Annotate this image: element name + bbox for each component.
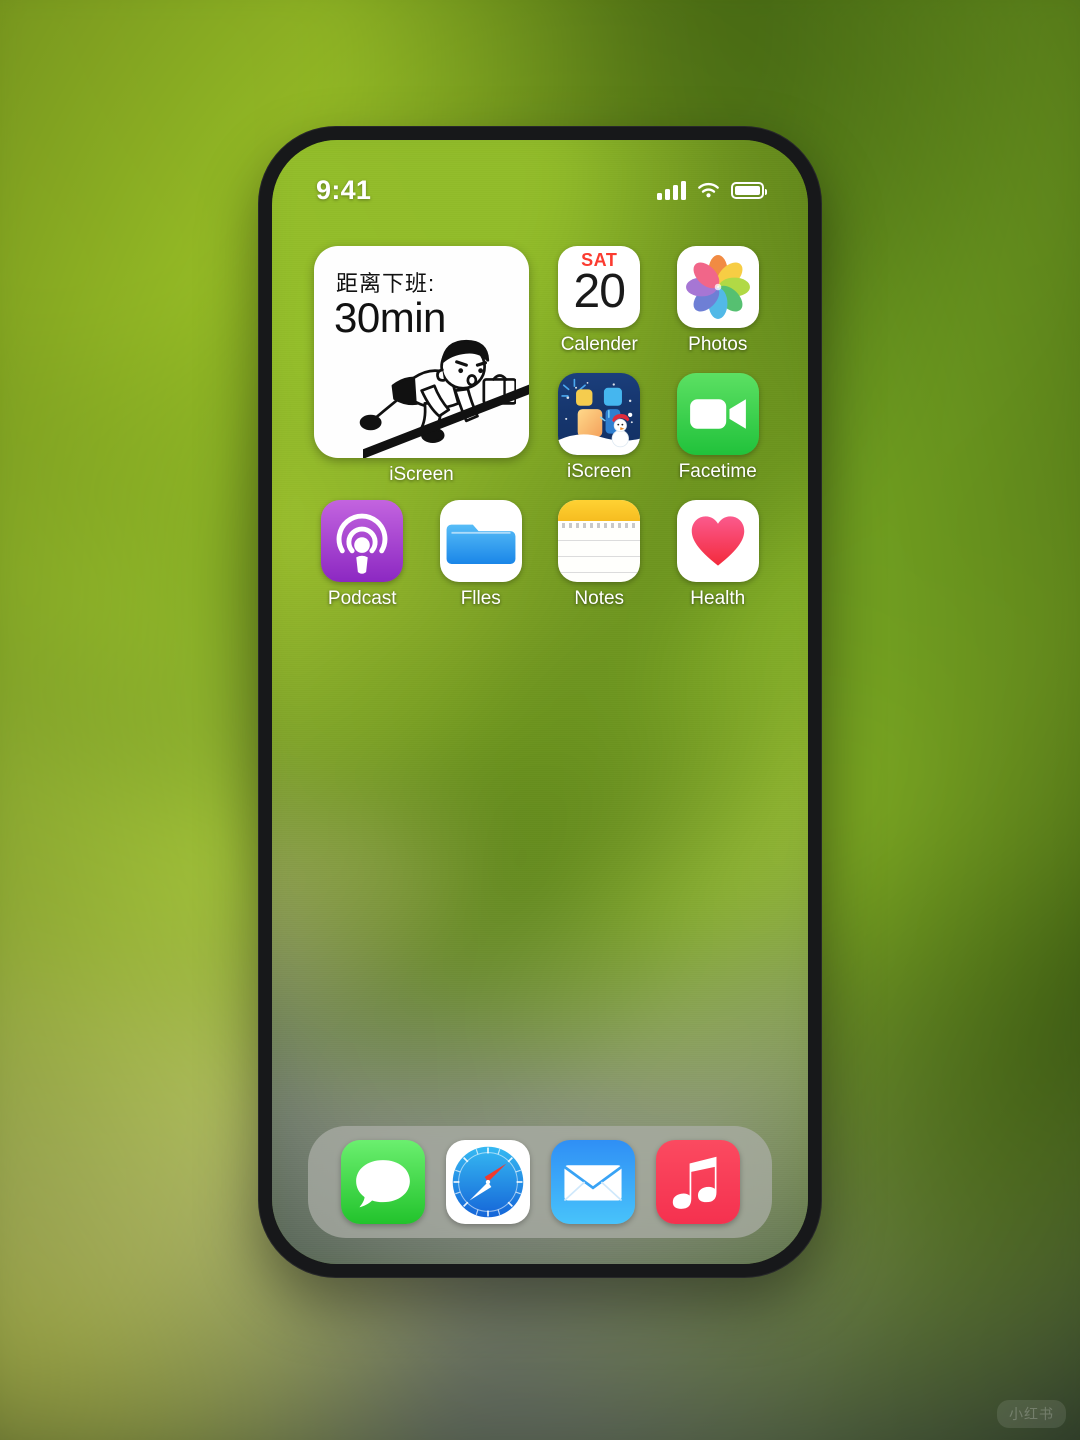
wifi-icon	[698, 182, 719, 197]
notes-header-band	[558, 499, 641, 521]
phone-screen: 9:41 距离下班: 30min iScreen SAT 20 Calender…	[272, 140, 808, 1264]
calendar-day: 20	[573, 265, 626, 318]
app-label-photos: Photos	[688, 334, 748, 355]
podcast-icon[interactable]	[321, 499, 404, 582]
app-icon-iscreen[interactable]: iScreen	[551, 372, 648, 486]
home-widget-iscreen[interactable]: 距离下班: 30min iScreen	[314, 246, 529, 486]
safari-compass-icon[interactable]	[445, 1140, 530, 1224]
app-label-notes: Notes	[574, 587, 625, 609]
notes-rule-line	[558, 539, 641, 542]
phone-device-frame: 9:41 距离下班: 30min iScreen SAT 20 Calender…	[258, 126, 822, 1278]
widget-label: iScreen	[389, 464, 454, 485]
watermark-badge: 小红书	[997, 1400, 1066, 1428]
app-label-podcast: Podcast	[327, 587, 397, 609]
home-screen-grid: 距离下班: 30min iScreen SAT 20 Calender Phot…	[272, 246, 808, 610]
app-label-calendar: Calender	[560, 334, 638, 355]
cellular-bars-icon	[657, 180, 686, 200]
status-bar-time: 9:41	[316, 174, 372, 205]
calendar-icon[interactable]: SAT 20	[558, 246, 641, 328]
notes-perforation	[562, 522, 637, 528]
dock	[308, 1126, 772, 1238]
app-icon-podcast[interactable]: Podcast	[314, 499, 411, 610]
app-icon-calendar[interactable]: SAT 20 Calender	[551, 246, 648, 359]
widget-value: 30min	[334, 294, 446, 341]
app-icon-health[interactable]: Health	[670, 499, 767, 610]
iscreen-widget-card[interactable]: 距离下班: 30min	[314, 246, 529, 458]
iscreen-snowman-icon[interactable]	[558, 372, 641, 455]
app-icon-files[interactable]: Flles	[433, 499, 530, 610]
mail-envelope-icon[interactable]	[550, 1140, 635, 1224]
notes-rule-line	[558, 555, 641, 558]
notes-icon[interactable]	[558, 499, 641, 582]
widget-ground-line	[363, 380, 529, 458]
notes-rule-line	[558, 571, 641, 574]
app-icon-notes[interactable]: Notes	[551, 499, 648, 610]
app-label-health: Health	[690, 587, 746, 609]
music-note-icon[interactable]	[655, 1140, 740, 1224]
status-bar-indicators	[657, 180, 767, 200]
app-label-files: Flles	[460, 587, 501, 609]
status-bar: 9:41	[272, 172, 808, 208]
health-heart-icon[interactable]	[676, 499, 759, 582]
photos-pinwheel-icon[interactable]	[676, 246, 759, 328]
facetime-camera-icon[interactable]	[676, 372, 759, 455]
files-folder-icon[interactable]	[439, 499, 522, 582]
app-label-facetime: Facetime	[678, 460, 757, 482]
messages-bubble-icon[interactable]	[340, 1140, 425, 1224]
battery-full-icon	[731, 181, 767, 199]
app-icon-facetime[interactable]: Facetime	[670, 372, 767, 486]
app-label-iscreen: iScreen	[567, 460, 632, 482]
app-icon-photos[interactable]: Photos	[670, 246, 767, 359]
